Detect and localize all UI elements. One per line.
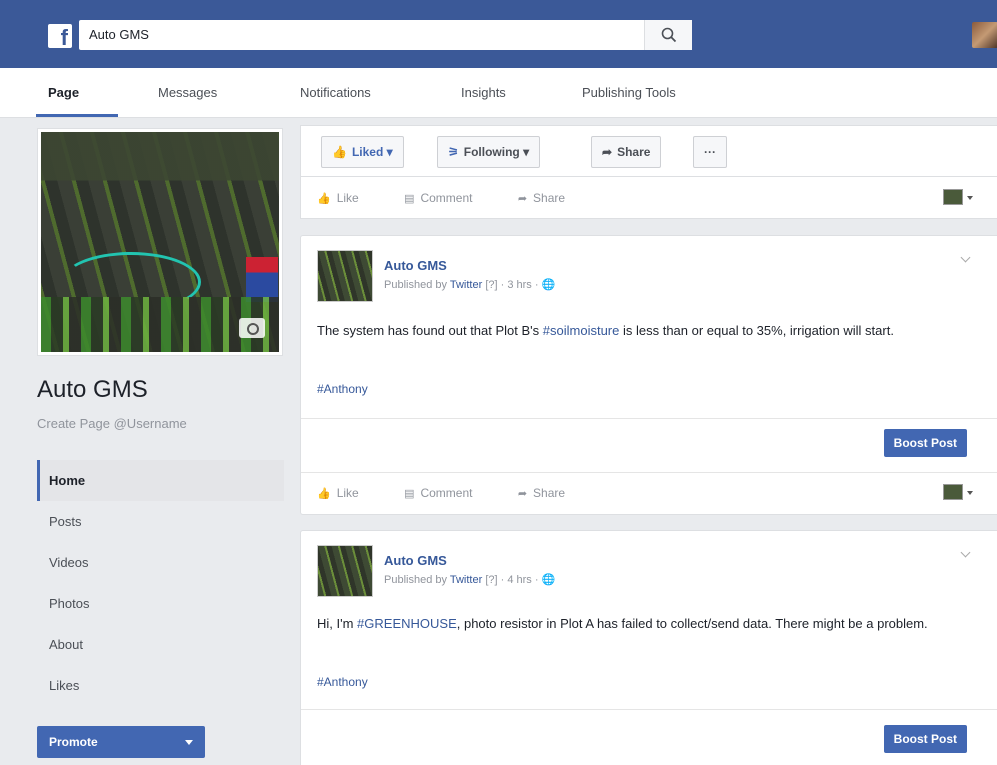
- post-time: [?] · 4 hrs ·: [485, 574, 539, 586]
- sidebar-item-likes[interactable]: Likes: [37, 665, 284, 706]
- post-text-before: The system has found out that Plot B's: [317, 323, 543, 338]
- sidebar-item-videos[interactable]: Videos: [37, 542, 284, 583]
- page-voice-selector[interactable]: [943, 484, 963, 500]
- like-label: Like: [336, 191, 359, 205]
- post-author-link[interactable]: Auto GMS: [384, 258, 447, 273]
- share-label: Share: [533, 191, 566, 205]
- share-arrow-icon: ➦: [602, 145, 613, 159]
- profile-picture[interactable]: [37, 128, 283, 356]
- tag-link[interactable]: #Anthony: [317, 675, 368, 689]
- user-avatar[interactable]: [972, 22, 997, 48]
- page-action-bar: 👍 Liked ▾ ⚞ Following ▾ ➦ Share ···: [300, 125, 997, 177]
- tag-link[interactable]: #Anthony: [317, 382, 368, 396]
- post-author-link[interactable]: Auto GMS: [384, 553, 447, 568]
- sidebar-item-home[interactable]: Home: [37, 460, 284, 501]
- like-label: Like: [336, 486, 359, 500]
- tab-insights[interactable]: Insights: [461, 85, 506, 100]
- sidebar-item-photos[interactable]: Photos: [37, 583, 284, 624]
- globe-icon: 🌐: [541, 574, 556, 586]
- tab-publishing-tools[interactable]: Publishing Tools: [582, 85, 676, 100]
- post-card: Auto GMS Published by Twitter [?] · 3 hr…: [300, 235, 997, 515]
- search-button[interactable]: [644, 20, 692, 50]
- previous-post-ufi: 👍 Like ▤ Comment ➦ Share: [300, 177, 997, 219]
- post-meta: Published by Twitter [?] · 4 hrs · 🌐: [384, 573, 555, 586]
- globe-icon: 🌐: [541, 279, 556, 291]
- divider: [301, 418, 997, 419]
- share-button[interactable]: ➦ Share: [518, 191, 565, 205]
- thumbs-up-icon: 👍: [317, 488, 331, 500]
- post-body: The system has found out that Plot B's #…: [317, 320, 977, 342]
- search-icon: [661, 27, 677, 43]
- create-username-link[interactable]: Create Page @Username: [37, 416, 187, 431]
- following-label: Following ▾: [463, 145, 530, 159]
- post-text-after: is less than or equal to 35%, irrigation…: [619, 323, 894, 338]
- post-body: Hi, I'm #GREENHOUSE, photo resistor in P…: [317, 613, 977, 635]
- share-label: Share: [533, 486, 566, 500]
- liked-label: Liked ▾: [351, 145, 393, 159]
- comment-button[interactable]: ▤ Comment: [404, 191, 472, 205]
- share-page-label: Share: [617, 145, 651, 159]
- like-button[interactable]: 👍 Like: [317, 191, 359, 205]
- thumbs-up-icon: 👍: [317, 193, 331, 205]
- tab-messages[interactable]: Messages: [158, 85, 217, 100]
- ufi-bar: 👍 Like ▤ Comment ➦ Share: [317, 486, 607, 500]
- post-time: [?] · 3 hrs ·: [485, 279, 539, 291]
- post-card: Auto GMS Published by Twitter [?] · 4 hr…: [300, 530, 997, 765]
- comment-label: Comment: [420, 486, 473, 500]
- divider: [301, 472, 997, 473]
- comment-label: Comment: [420, 191, 473, 205]
- comment-button[interactable]: ▤ Comment: [404, 486, 472, 500]
- liked-button[interactable]: 👍 Liked ▾: [321, 136, 404, 168]
- caret-down-icon: [185, 740, 193, 745]
- sidebar-item-about[interactable]: About: [37, 624, 284, 665]
- promote-button[interactable]: Promote: [37, 726, 205, 758]
- thumbs-up-icon: 👍: [332, 145, 347, 159]
- post-text-before: Hi, I'm: [317, 616, 358, 631]
- greenhouse-photo: [41, 132, 279, 352]
- comment-icon: ▤: [404, 488, 415, 500]
- tab-notifications[interactable]: Notifications: [300, 85, 371, 100]
- camera-icon[interactable]: [239, 318, 265, 338]
- sidebar-item-posts[interactable]: Posts: [37, 501, 284, 542]
- page-tab-bar: Page Messages Notifications Insights Pub…: [0, 68, 997, 118]
- source-link[interactable]: Twitter: [450, 279, 482, 291]
- boost-post-button[interactable]: Boost Post: [883, 429, 967, 457]
- post-meta: Published by Twitter [?] · 3 hrs · 🌐: [384, 278, 555, 291]
- following-button[interactable]: ⚞ Following ▾: [437, 136, 541, 168]
- divider: [301, 709, 997, 710]
- active-tab-indicator: [36, 114, 118, 117]
- caret-down-icon: [967, 196, 973, 200]
- share-page-button[interactable]: ➦ Share: [591, 136, 662, 168]
- promote-label: Promote: [49, 735, 98, 749]
- chevron-down-icon[interactable]: [960, 252, 971, 263]
- more-options-button[interactable]: ···: [693, 136, 727, 168]
- source-link[interactable]: Twitter: [450, 574, 482, 586]
- search-input[interactable]: Auto GMS: [79, 20, 692, 50]
- box-graphic: [246, 257, 278, 302]
- like-button[interactable]: 👍 Like: [317, 486, 359, 500]
- post-avatar[interactable]: [317, 250, 373, 302]
- hashtag-link[interactable]: #GREENHOUSE: [357, 616, 457, 631]
- share-arrow-icon: ➦: [517, 193, 528, 205]
- search-input-value[interactable]: Auto GMS: [89, 27, 149, 42]
- boost-post-button[interactable]: Boost Post: [883, 725, 967, 753]
- chevron-down-icon[interactable]: [960, 547, 971, 558]
- tab-page[interactable]: Page: [48, 85, 79, 100]
- post-avatar[interactable]: [317, 545, 373, 597]
- page-voice-selector[interactable]: [943, 189, 963, 205]
- ufi-bar: 👍 Like ▤ Comment ➦ Share: [317, 191, 607, 205]
- page-title: Auto GMS: [37, 376, 148, 403]
- published-by-label: Published by: [384, 574, 447, 586]
- comment-icon: ▤: [404, 193, 415, 205]
- published-by-label: Published by: [384, 279, 447, 291]
- sidebar-nav: Home Posts Videos Photos About Likes: [37, 460, 284, 706]
- rss-icon: ⚞: [448, 145, 459, 159]
- share-arrow-icon: ➦: [517, 488, 528, 500]
- top-navigation-bar: Auto GMS: [0, 0, 997, 68]
- share-button[interactable]: ➦ Share: [518, 486, 565, 500]
- post-text-after: , photo resistor in Plot A has failed to…: [456, 616, 928, 631]
- facebook-logo-icon[interactable]: [48, 24, 72, 51]
- caret-down-icon: [967, 491, 973, 495]
- hashtag-link[interactable]: #soilmoisture: [543, 323, 620, 338]
